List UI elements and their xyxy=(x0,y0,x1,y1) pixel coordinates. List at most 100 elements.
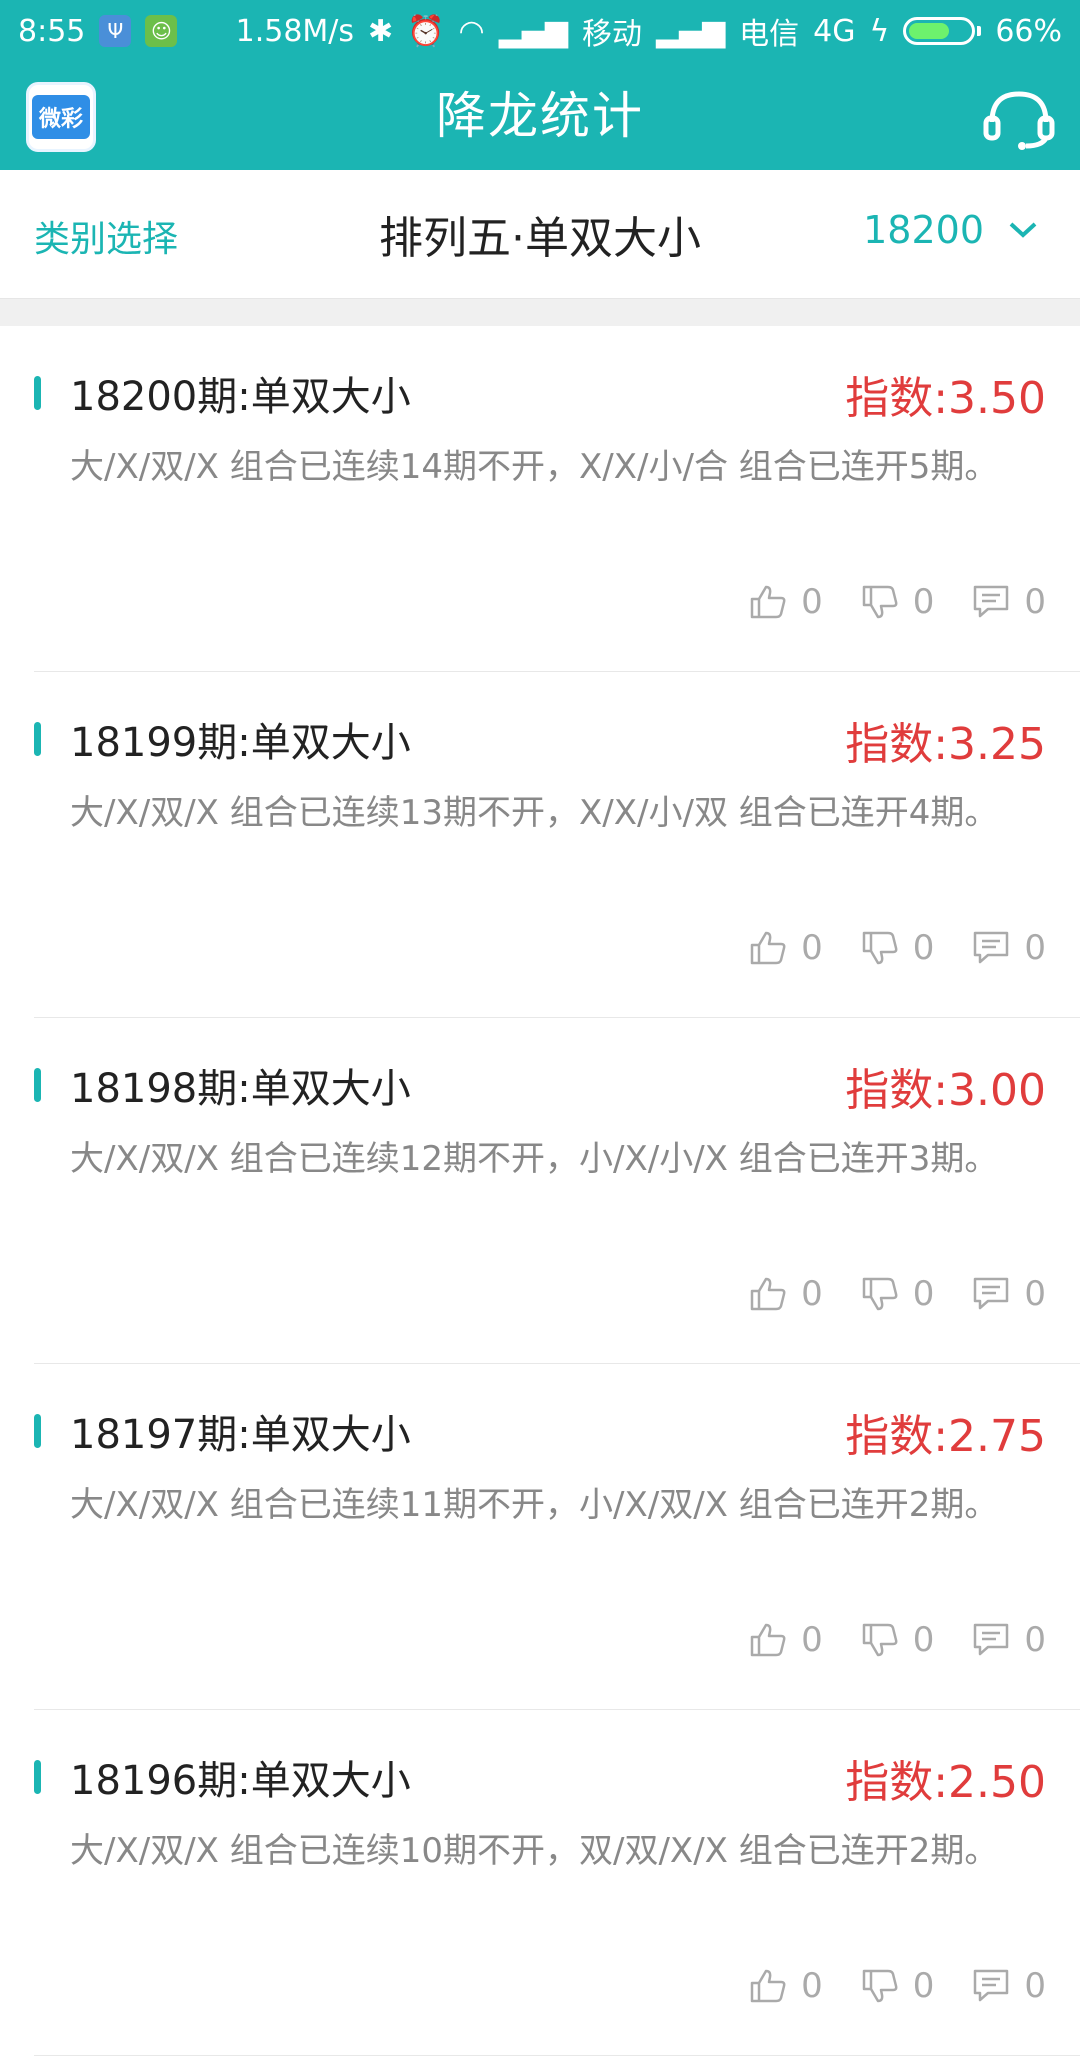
like-button[interactable]: 0 xyxy=(749,1274,823,1314)
thumbs-up-icon xyxy=(750,1969,786,2003)
bluetooth-icon: ✱ xyxy=(368,13,394,49)
comment-count: 0 xyxy=(1024,1274,1046,1314)
accent-bar xyxy=(34,376,41,410)
dislike-button[interactable]: 0 xyxy=(861,1966,935,2006)
comment-button[interactable]: 0 xyxy=(972,1966,1046,2006)
dislike-count: 0 xyxy=(912,1274,935,1314)
status-time: 8:55 xyxy=(18,13,86,49)
section-separator xyxy=(0,298,1080,326)
accent-bar xyxy=(34,722,41,756)
like-count: 0 xyxy=(801,1620,823,1660)
comment-count: 0 xyxy=(1024,1966,1046,2006)
status-left: 8:55 Ψ ☺ xyxy=(18,13,178,49)
dislike-button[interactable]: 0 xyxy=(861,1620,935,1660)
like-button[interactable]: 0 xyxy=(749,1620,823,1660)
comment-button[interactable]: 0 xyxy=(972,582,1046,622)
item-title: 18198期:单双大小 xyxy=(70,1066,411,1112)
headset-icon[interactable] xyxy=(982,86,1056,150)
carrier-1: 移动 xyxy=(581,17,642,52)
list-item[interactable]: 18199期:单双大小 指数:3.25 大/X/双/X 组合已连续13期不开，X… xyxy=(34,672,1080,1018)
dislike-count: 0 xyxy=(912,582,935,622)
accent-bar xyxy=(34,1068,41,1102)
thumbs-up-icon xyxy=(750,1623,786,1657)
thumbs-down-icon xyxy=(862,1277,898,1311)
comment-count: 0 xyxy=(1024,1620,1046,1660)
comment-button[interactable]: 0 xyxy=(972,1620,1046,1660)
chevron-down-icon xyxy=(1009,222,1037,238)
item-description: 大/X/双/X 组合已连续13期不开，X/X/小/双 组合已连开4期。 xyxy=(70,793,999,833)
item-actions: 0 0 0 xyxy=(749,928,1046,968)
list-item[interactable]: 18198期:单双大小 指数:3.00 大/X/双/X 组合已连续12期不开，小… xyxy=(34,1018,1080,1364)
status-bar: 8:55 Ψ ☺ 1.58M/s ✱ ⏰ ◠ ▂▄▆ 移动 ▂▄▆ 电信 4G … xyxy=(0,0,1080,62)
accent-bar xyxy=(34,1760,41,1794)
item-description: 大/X/双/X 组合已连续11期不开，小/X/双/X 组合已连开2期。 xyxy=(70,1485,999,1525)
like-button[interactable]: 0 xyxy=(749,1966,823,2006)
thumbs-up-icon xyxy=(750,1277,786,1311)
item-index: 指数:2.75 xyxy=(845,1411,1046,1462)
dislike-count: 0 xyxy=(912,1966,935,2006)
filter-bar: 类别选择 排列五·单双大小 18200 xyxy=(0,170,1080,298)
comment-icon xyxy=(974,585,1009,618)
battery-fill xyxy=(909,23,949,39)
item-description: 大/X/双/X 组合已连续14期不开，X/X/小/合 组合已连开5期。 xyxy=(70,447,999,487)
comment-icon xyxy=(974,1277,1009,1310)
charging-icon: ϟ xyxy=(869,13,890,49)
network-type: 4G xyxy=(813,13,856,49)
item-actions: 0 0 0 xyxy=(749,582,1046,622)
item-actions: 0 0 0 xyxy=(749,1620,1046,1660)
carrier-2: 电信 xyxy=(739,17,800,52)
comment-count: 0 xyxy=(1024,582,1046,622)
dislike-button[interactable]: 0 xyxy=(861,928,935,968)
list-item[interactable]: 18200期:单双大小 指数:3.50 大/X/双/X 组合已连续14期不开，X… xyxy=(34,326,1080,672)
notification-app-icon: ☺ xyxy=(145,15,178,47)
thumbs-down-icon xyxy=(862,1969,898,2003)
dislike-button[interactable]: 0 xyxy=(861,1274,935,1314)
accent-bar xyxy=(34,1414,41,1448)
dislike-count: 0 xyxy=(912,928,935,968)
period-select[interactable]: 18200 xyxy=(863,208,1038,252)
thumbs-down-icon xyxy=(862,931,898,965)
net-speed: 1.58M/s xyxy=(235,13,355,49)
period-value: 18200 xyxy=(863,208,984,252)
record-list: 18200期:单双大小 指数:3.50 大/X/双/X 组合已连续14期不开，X… xyxy=(0,326,1080,2056)
comment-button[interactable]: 0 xyxy=(972,928,1046,968)
item-index: 指数:2.50 xyxy=(845,1757,1046,1808)
dislike-button[interactable]: 0 xyxy=(861,582,935,622)
item-actions: 0 0 0 xyxy=(749,1274,1046,1314)
item-title: 18199期:单双大小 xyxy=(70,720,411,766)
thumbs-up-icon xyxy=(750,585,786,619)
like-count: 0 xyxy=(801,1966,823,2006)
like-count: 0 xyxy=(801,928,823,968)
item-index: 指数:3.00 xyxy=(845,1065,1046,1116)
like-count: 0 xyxy=(801,582,823,622)
wifi-icon: ◠ xyxy=(458,13,485,49)
thumbs-down-icon xyxy=(862,1623,898,1657)
comment-button[interactable]: 0 xyxy=(972,1274,1046,1314)
item-index: 指数:3.25 xyxy=(845,719,1046,770)
item-actions: 0 0 0 xyxy=(749,1966,1046,2006)
thumbs-down-icon xyxy=(862,585,898,619)
item-index: 指数:3.50 xyxy=(845,373,1046,424)
status-right: 1.58M/s ✱ ⏰ ◠ ▂▄▆ 移动 ▂▄▆ 电信 4G ϟ 66% xyxy=(236,9,1062,53)
battery-percent: 66% xyxy=(995,13,1062,49)
signal-icon-2: ▂▄▆ xyxy=(655,13,726,49)
item-title: 18197期:单双大小 xyxy=(70,1412,411,1458)
thumbs-up-icon xyxy=(750,931,786,965)
battery-icon xyxy=(903,17,982,45)
like-button[interactable]: 0 xyxy=(749,928,823,968)
comment-icon xyxy=(974,931,1009,964)
item-title: 18196期:单双大小 xyxy=(70,1758,411,1804)
signal-icon-1: ▂▄▆ xyxy=(498,13,568,49)
page-title: 降龙统计 xyxy=(436,87,644,145)
item-description: 大/X/双/X 组合已连续12期不开，小/X/小/X 组合已连开3期。 xyxy=(70,1139,999,1179)
item-description: 大/X/双/X 组合已连续10期不开，双/双/X/X 组合已连开2期。 xyxy=(70,1831,999,1871)
like-button[interactable]: 0 xyxy=(749,582,823,622)
comment-count: 0 xyxy=(1024,928,1046,968)
dislike-count: 0 xyxy=(912,1620,935,1660)
comment-icon xyxy=(974,1969,1009,2002)
list-item[interactable]: 18197期:单双大小 指数:2.75 大/X/双/X 组合已连续11期不开，小… xyxy=(34,1364,1080,1710)
like-count: 0 xyxy=(801,1274,823,1314)
list-item[interactable]: 18196期:单双大小 指数:2.50 大/X/双/X 组合已连续10期不开，双… xyxy=(34,1710,1080,2056)
title-bar: 微彩 降龙统计 xyxy=(0,62,1080,170)
item-title: 18200期:单双大小 xyxy=(70,374,411,420)
